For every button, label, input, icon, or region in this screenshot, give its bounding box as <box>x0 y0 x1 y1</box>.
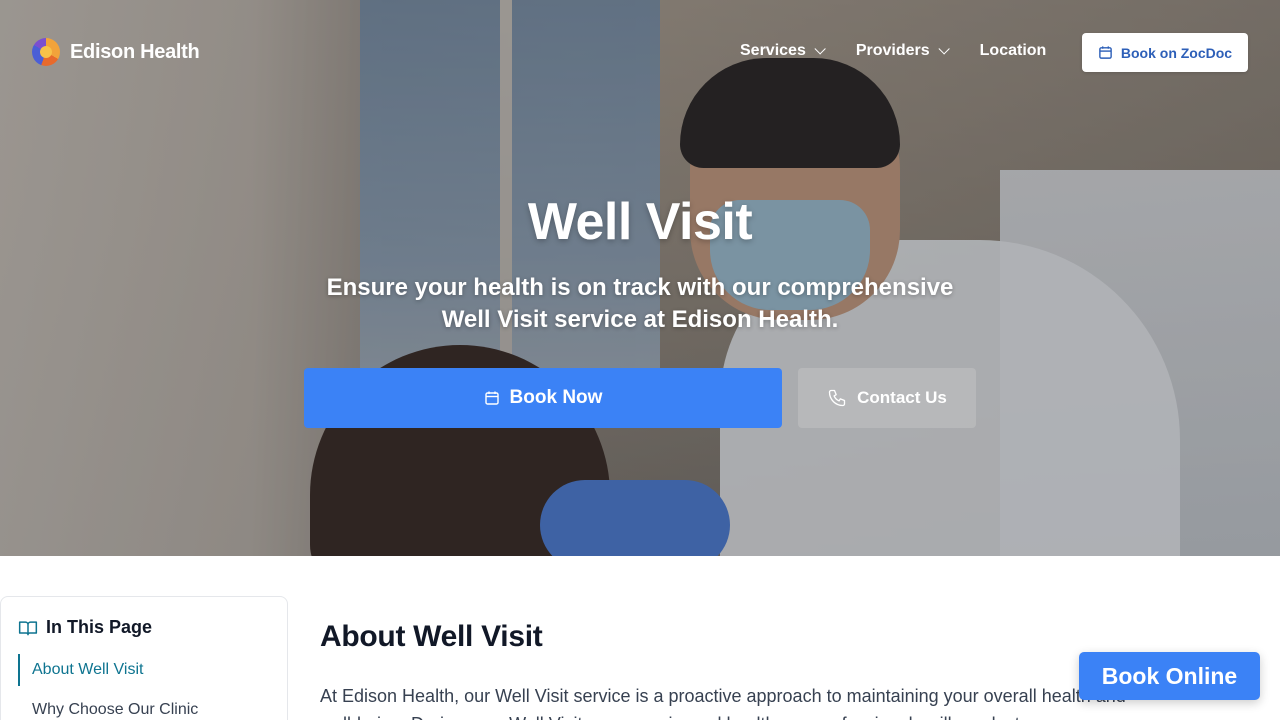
book-zocdoc-button[interactable]: Book on ZocDoc <box>1082 33 1248 72</box>
book-now-button[interactable]: Book Now <box>304 368 782 428</box>
book-open-icon <box>18 620 38 635</box>
nav-item-services[interactable]: Services <box>740 42 826 60</box>
brand-logo[interactable]: Edison Health <box>32 38 200 66</box>
section-heading: About Well Visit <box>320 620 543 653</box>
top-navigation: Edison Health Services Providers Locatio… <box>0 0 1280 104</box>
nav-item-location[interactable]: Location <box>980 42 1047 60</box>
hero-subtitle: Ensure your health is on track with our … <box>326 274 954 333</box>
logo-icon <box>32 38 60 66</box>
calendar-icon <box>1099 46 1112 59</box>
book-now-label: Book Now <box>509 387 603 408</box>
toc-heading-label: In This Page <box>46 617 153 637</box>
nav-item-label: Providers <box>855 42 930 59</box>
page-title: Well Visit <box>527 193 753 251</box>
toc-active-indicator <box>18 654 20 686</box>
chevron-down-icon <box>938 43 950 55</box>
calendar-icon <box>484 391 499 405</box>
contact-us-button[interactable]: Contact Us <box>798 368 976 428</box>
book-zocdoc-label: Book on ZocDoc <box>1120 44 1233 61</box>
section-paragraph: At Edison Health, our Well Visit service… <box>320 686 1126 720</box>
toc-item-about[interactable]: About Well Visit <box>32 661 143 679</box>
brand-name: Edison Health <box>70 40 200 63</box>
toc-item-why-choose[interactable]: Why Choose Our Clinic <box>32 701 198 719</box>
chevron-down-icon <box>814 43 826 55</box>
phone-icon <box>828 389 846 407</box>
nav-item-providers[interactable]: Providers <box>855 42 950 60</box>
toc-heading: In This Page <box>18 617 152 638</box>
contact-us-label: Contact Us <box>857 388 947 407</box>
nav-item-label: Services <box>740 42 806 59</box>
nav-item-label: Location <box>979 42 1047 59</box>
nav-links: Services Providers Location <box>740 42 1046 60</box>
in-this-page-panel: In This Page About Well Visit Why Choose… <box>0 596 288 720</box>
book-online-button[interactable]: Book Online <box>1079 652 1260 700</box>
